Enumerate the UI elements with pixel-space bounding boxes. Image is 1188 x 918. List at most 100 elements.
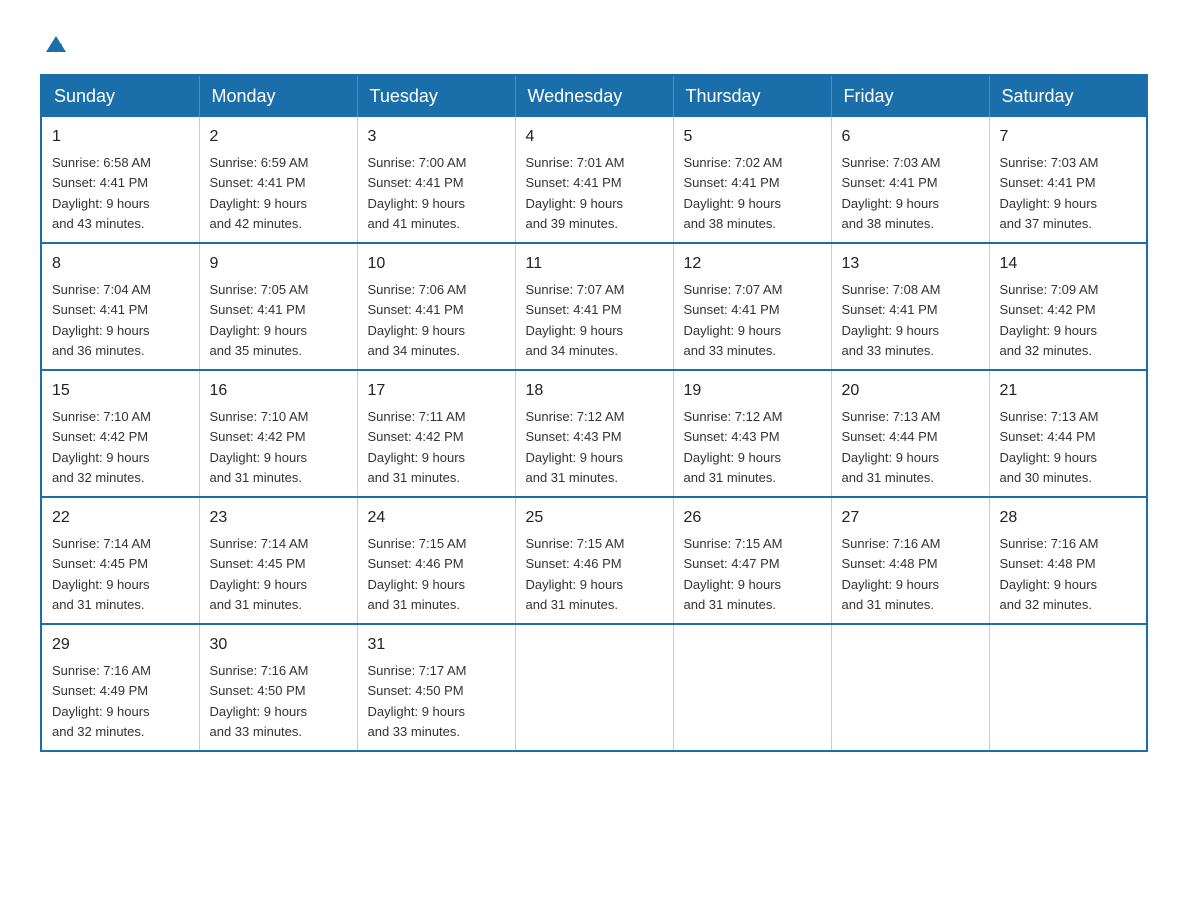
calendar-cell: 11 Sunrise: 7:07 AMSunset: 4:41 PMDaylig… <box>515 243 673 370</box>
weekday-header-tuesday: Tuesday <box>357 75 515 117</box>
day-info: Sunrise: 7:09 AMSunset: 4:42 PMDaylight:… <box>1000 282 1099 358</box>
weekday-header-monday: Monday <box>199 75 357 117</box>
calendar-cell: 7 Sunrise: 7:03 AMSunset: 4:41 PMDayligh… <box>989 117 1147 243</box>
day-info: Sunrise: 7:16 AMSunset: 4:49 PMDaylight:… <box>52 663 151 739</box>
day-number: 7 <box>1000 125 1137 149</box>
calendar-cell: 3 Sunrise: 7:00 AMSunset: 4:41 PMDayligh… <box>357 117 515 243</box>
day-number: 20 <box>842 379 979 403</box>
calendar-week-row: 15 Sunrise: 7:10 AMSunset: 4:42 PMDaylig… <box>41 370 1147 497</box>
day-number: 6 <box>842 125 979 149</box>
calendar-cell: 17 Sunrise: 7:11 AMSunset: 4:42 PMDaylig… <box>357 370 515 497</box>
day-number: 1 <box>52 125 189 149</box>
day-info: Sunrise: 7:16 AMSunset: 4:48 PMDaylight:… <box>842 536 941 612</box>
day-number: 24 <box>368 506 505 530</box>
day-info: Sunrise: 6:59 AMSunset: 4:41 PMDaylight:… <box>210 155 309 231</box>
calendar-week-row: 8 Sunrise: 7:04 AMSunset: 4:41 PMDayligh… <box>41 243 1147 370</box>
day-info: Sunrise: 6:58 AMSunset: 4:41 PMDaylight:… <box>52 155 151 231</box>
day-info: Sunrise: 7:16 AMSunset: 4:50 PMDaylight:… <box>210 663 309 739</box>
day-number: 22 <box>52 506 189 530</box>
day-number: 5 <box>684 125 821 149</box>
day-number: 4 <box>526 125 663 149</box>
day-info: Sunrise: 7:14 AMSunset: 4:45 PMDaylight:… <box>52 536 151 612</box>
day-info: Sunrise: 7:15 AMSunset: 4:46 PMDaylight:… <box>368 536 467 612</box>
calendar-header-row: SundayMondayTuesdayWednesdayThursdayFrid… <box>41 75 1147 117</box>
day-info: Sunrise: 7:00 AMSunset: 4:41 PMDaylight:… <box>368 155 467 231</box>
day-number: 18 <box>526 379 663 403</box>
calendar-cell: 19 Sunrise: 7:12 AMSunset: 4:43 PMDaylig… <box>673 370 831 497</box>
calendar-week-row: 29 Sunrise: 7:16 AMSunset: 4:49 PMDaylig… <box>41 624 1147 751</box>
day-number: 14 <box>1000 252 1137 276</box>
day-info: Sunrise: 7:08 AMSunset: 4:41 PMDaylight:… <box>842 282 941 358</box>
calendar-cell: 12 Sunrise: 7:07 AMSunset: 4:41 PMDaylig… <box>673 243 831 370</box>
day-number: 8 <box>52 252 189 276</box>
calendar-cell: 31 Sunrise: 7:17 AMSunset: 4:50 PMDaylig… <box>357 624 515 751</box>
day-number: 9 <box>210 252 347 276</box>
day-number: 30 <box>210 633 347 657</box>
day-info: Sunrise: 7:13 AMSunset: 4:44 PMDaylight:… <box>842 409 941 485</box>
calendar-cell <box>673 624 831 751</box>
day-number: 12 <box>684 252 821 276</box>
day-info: Sunrise: 7:06 AMSunset: 4:41 PMDaylight:… <box>368 282 467 358</box>
day-info: Sunrise: 7:04 AMSunset: 4:41 PMDaylight:… <box>52 282 151 358</box>
day-info: Sunrise: 7:13 AMSunset: 4:44 PMDaylight:… <box>1000 409 1099 485</box>
calendar-cell: 23 Sunrise: 7:14 AMSunset: 4:45 PMDaylig… <box>199 497 357 624</box>
calendar-cell: 29 Sunrise: 7:16 AMSunset: 4:49 PMDaylig… <box>41 624 199 751</box>
day-number: 26 <box>684 506 821 530</box>
weekday-header-sunday: Sunday <box>41 75 199 117</box>
calendar-cell: 21 Sunrise: 7:13 AMSunset: 4:44 PMDaylig… <box>989 370 1147 497</box>
calendar-cell: 2 Sunrise: 6:59 AMSunset: 4:41 PMDayligh… <box>199 117 357 243</box>
weekday-header-friday: Friday <box>831 75 989 117</box>
calendar-cell: 10 Sunrise: 7:06 AMSunset: 4:41 PMDaylig… <box>357 243 515 370</box>
calendar-cell: 18 Sunrise: 7:12 AMSunset: 4:43 PMDaylig… <box>515 370 673 497</box>
page-header <box>40 30 1148 54</box>
calendar-cell: 24 Sunrise: 7:15 AMSunset: 4:46 PMDaylig… <box>357 497 515 624</box>
calendar-table: SundayMondayTuesdayWednesdayThursdayFrid… <box>40 74 1148 752</box>
day-info: Sunrise: 7:14 AMSunset: 4:45 PMDaylight:… <box>210 536 309 612</box>
calendar-cell: 26 Sunrise: 7:15 AMSunset: 4:47 PMDaylig… <box>673 497 831 624</box>
day-info: Sunrise: 7:15 AMSunset: 4:47 PMDaylight:… <box>684 536 783 612</box>
day-number: 11 <box>526 252 663 276</box>
calendar-week-row: 1 Sunrise: 6:58 AMSunset: 4:41 PMDayligh… <box>41 117 1147 243</box>
day-info: Sunrise: 7:01 AMSunset: 4:41 PMDaylight:… <box>526 155 625 231</box>
calendar-cell: 6 Sunrise: 7:03 AMSunset: 4:41 PMDayligh… <box>831 117 989 243</box>
day-info: Sunrise: 7:10 AMSunset: 4:42 PMDaylight:… <box>210 409 309 485</box>
day-info: Sunrise: 7:11 AMSunset: 4:42 PMDaylight:… <box>368 409 466 485</box>
calendar-week-row: 22 Sunrise: 7:14 AMSunset: 4:45 PMDaylig… <box>41 497 1147 624</box>
day-number: 10 <box>368 252 505 276</box>
calendar-cell: 14 Sunrise: 7:09 AMSunset: 4:42 PMDaylig… <box>989 243 1147 370</box>
calendar-cell: 4 Sunrise: 7:01 AMSunset: 4:41 PMDayligh… <box>515 117 673 243</box>
day-info: Sunrise: 7:16 AMSunset: 4:48 PMDaylight:… <box>1000 536 1099 612</box>
day-info: Sunrise: 7:02 AMSunset: 4:41 PMDaylight:… <box>684 155 783 231</box>
logo-icon <box>42 30 70 58</box>
calendar-cell: 25 Sunrise: 7:15 AMSunset: 4:46 PMDaylig… <box>515 497 673 624</box>
calendar-cell: 13 Sunrise: 7:08 AMSunset: 4:41 PMDaylig… <box>831 243 989 370</box>
calendar-cell: 8 Sunrise: 7:04 AMSunset: 4:41 PMDayligh… <box>41 243 199 370</box>
weekday-header-wednesday: Wednesday <box>515 75 673 117</box>
calendar-cell: 28 Sunrise: 7:16 AMSunset: 4:48 PMDaylig… <box>989 497 1147 624</box>
calendar-cell <box>989 624 1147 751</box>
day-number: 3 <box>368 125 505 149</box>
day-number: 31 <box>368 633 505 657</box>
calendar-cell: 9 Sunrise: 7:05 AMSunset: 4:41 PMDayligh… <box>199 243 357 370</box>
weekday-header-saturday: Saturday <box>989 75 1147 117</box>
day-number: 15 <box>52 379 189 403</box>
day-number: 2 <box>210 125 347 149</box>
calendar-cell <box>515 624 673 751</box>
calendar-cell: 22 Sunrise: 7:14 AMSunset: 4:45 PMDaylig… <box>41 497 199 624</box>
day-number: 21 <box>1000 379 1137 403</box>
day-info: Sunrise: 7:12 AMSunset: 4:43 PMDaylight:… <box>684 409 783 485</box>
day-number: 23 <box>210 506 347 530</box>
calendar-cell: 5 Sunrise: 7:02 AMSunset: 4:41 PMDayligh… <box>673 117 831 243</box>
day-info: Sunrise: 7:07 AMSunset: 4:41 PMDaylight:… <box>526 282 625 358</box>
day-number: 29 <box>52 633 189 657</box>
calendar-cell <box>831 624 989 751</box>
calendar-cell: 1 Sunrise: 6:58 AMSunset: 4:41 PMDayligh… <box>41 117 199 243</box>
day-info: Sunrise: 7:07 AMSunset: 4:41 PMDaylight:… <box>684 282 783 358</box>
day-info: Sunrise: 7:12 AMSunset: 4:43 PMDaylight:… <box>526 409 625 485</box>
day-number: 17 <box>368 379 505 403</box>
weekday-header-thursday: Thursday <box>673 75 831 117</box>
day-info: Sunrise: 7:15 AMSunset: 4:46 PMDaylight:… <box>526 536 625 612</box>
day-info: Sunrise: 7:05 AMSunset: 4:41 PMDaylight:… <box>210 282 309 358</box>
day-info: Sunrise: 7:03 AMSunset: 4:41 PMDaylight:… <box>1000 155 1099 231</box>
calendar-cell: 20 Sunrise: 7:13 AMSunset: 4:44 PMDaylig… <box>831 370 989 497</box>
